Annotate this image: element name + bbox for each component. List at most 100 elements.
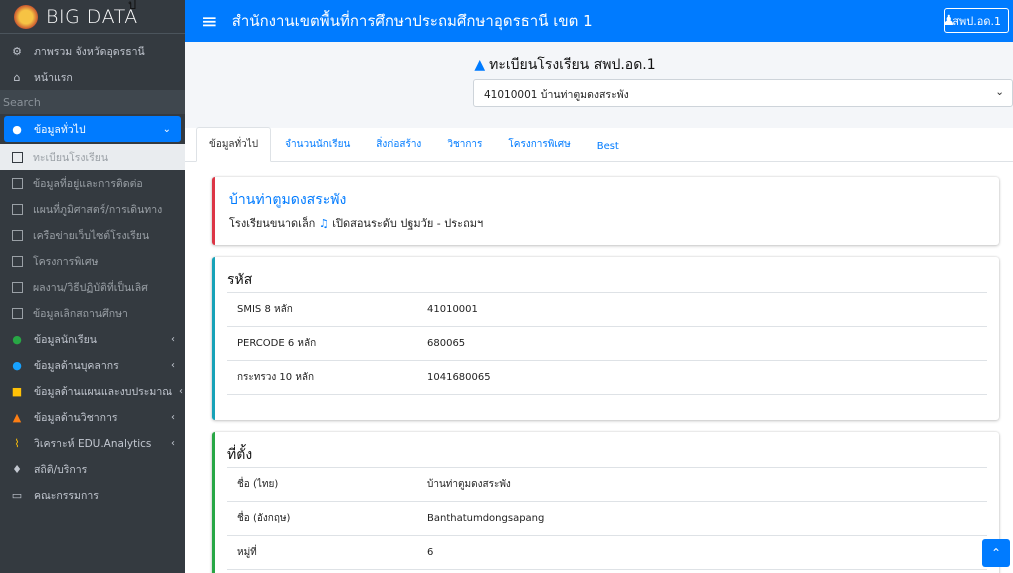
sidebar-item-label: สถิติ/บริการ bbox=[34, 463, 88, 476]
row-label: ชื่อ (ไทย) bbox=[237, 479, 279, 490]
scroll-top-button[interactable]: ⌃ bbox=[982, 539, 1010, 567]
chevron-down-icon: ⌄ bbox=[162, 123, 171, 135]
sidebar-subitem-registry[interactable]: ทะเบียนโรงเรียน bbox=[0, 144, 185, 170]
home-icon: ⌂ bbox=[13, 70, 21, 84]
brand[interactable]: BIG DATA ป bbox=[0, 0, 185, 34]
row-value: 41010001 bbox=[427, 304, 478, 315]
row-value: 680065 bbox=[427, 338, 466, 349]
sidebar-item-home[interactable]: ⌂ หน้าแรก bbox=[0, 64, 185, 90]
selected-school: 41010001 บ้านท่าตูมดงสระพัง bbox=[484, 89, 629, 101]
school-size: โรงเรียนขนาดเล็ก bbox=[229, 217, 316, 230]
brand-mark: ป bbox=[128, 0, 137, 13]
table-row: ชื่อ (อังกฤษ) Banthatumdongsapang bbox=[227, 502, 987, 536]
audio-icon: ♫ bbox=[318, 217, 329, 230]
menu-icon[interactable]: ≡ bbox=[201, 9, 218, 33]
sidebar-item-label: แผนที่ภูมิศาสตร์/การเดินทาง bbox=[33, 203, 163, 216]
table-row: กระทรวง 10 หลัก 1041680065 bbox=[227, 361, 987, 395]
square-icon bbox=[12, 255, 23, 267]
page-title: สำนักงานเขตพื้นที่การศึกษาประถมศึกษาอุดร… bbox=[231, 12, 593, 30]
sidebar-item-label: ข้อมูลนักเรียน bbox=[34, 333, 97, 346]
sidebar-item-label: โครงการพิเศษ bbox=[33, 255, 99, 268]
chevron-left-icon: ‹ bbox=[171, 437, 175, 449]
tab-bar: ข้อมูลทั่วไป จำนวนนักเรียน สิ่งก่อสร้าง … bbox=[185, 127, 1013, 162]
sidebar-item-stats[interactable]: ♦ สถิติ/บริการ bbox=[0, 456, 185, 482]
budget-icon: ■ bbox=[11, 384, 23, 398]
sidebar-subitem-best-practice[interactable]: ผลงาน/วิธีปฏิบัติที่เป็นเลิศ bbox=[0, 274, 185, 300]
tab-academic[interactable]: วิชาการ bbox=[435, 128, 494, 161]
office-button[interactable]: สพป.อด.1 bbox=[944, 8, 1009, 33]
chevron-left-icon: ‹ bbox=[171, 333, 175, 345]
app: BIG DATA ป ⚙ ภาพรวม จังหวัดอุดรธานี ⌂ หน… bbox=[0, 0, 1013, 573]
chevron-left-icon: ‹ bbox=[171, 359, 175, 371]
logo-icon bbox=[14, 4, 38, 29]
sidebar-item-general[interactable]: ● ข้อมูลทั่วไป ⌄ bbox=[4, 116, 181, 142]
row-value: บ้านท่าตูมดงสระพัง bbox=[427, 479, 511, 490]
row-value: 1041680065 bbox=[427, 372, 491, 383]
table-row: SMIS 8 หลัก 41010001 bbox=[227, 293, 987, 327]
sidebar-subitem-map[interactable]: แผนที่ภูมิศาสตร์/การเดินทาง bbox=[0, 196, 185, 222]
main-content: ▲ ทะเบียนโรงเรียน สพป.อด.1 41010001 บ้านท… bbox=[185, 42, 1013, 573]
school-name: บ้านท่าตูมดงสระพัง bbox=[229, 192, 347, 208]
tab-special-projects[interactable]: โครงการพิเศษ bbox=[496, 128, 582, 161]
chevron-down-icon: ⌄ bbox=[995, 86, 1004, 98]
sidebar-item-label: หน้าแรก bbox=[34, 71, 73, 84]
sidebar-item-committee[interactable]: ▭ คณะกรรมการ bbox=[0, 482, 185, 508]
sidebar-item-label: ข้อมูลทั่วไป bbox=[34, 123, 86, 136]
school-level: เปิดสอนระดับ ปฐมวัย - ประถมฯ bbox=[332, 217, 484, 230]
sidebar-item-academic[interactable]: ▲ ข้อมูลด้านวิชาการ ‹ bbox=[0, 404, 185, 430]
id-card-icon: ▭ bbox=[11, 488, 23, 502]
sidebar-item-personnel[interactable]: ● ข้อมูลด้านบุคลากร ‹ bbox=[0, 352, 185, 378]
sidebar-item-overview[interactable]: ⚙ ภาพรวม จังหวัดอุดรธานี bbox=[0, 38, 185, 64]
location-title: ที่ตั้ง bbox=[227, 442, 987, 468]
sidebar-item-label: เครือข่ายเว็บไซต์โรงเรียน bbox=[33, 229, 150, 242]
sidebar-item-label: ข้อมูลด้านวิชาการ bbox=[34, 411, 118, 424]
school-card: บ้านท่าตูมดงสระพัง โรงเรียนขนาดเล็ก ♫ เป… bbox=[212, 177, 999, 245]
top-navbar: ≡ สำนักงานเขตพื้นที่การศึกษาประถมศึกษาอุ… bbox=[185, 0, 1013, 42]
user-icon: ● bbox=[12, 358, 22, 372]
circle-icon: ● bbox=[12, 122, 22, 136]
sidebar-item-label: ข้อมูลด้านบุคลากร bbox=[34, 359, 119, 372]
school-icon: ▲ bbox=[474, 57, 486, 73]
row-label: กระทรวง 10 หลัก bbox=[237, 372, 315, 383]
sidebar-subitem-closed[interactable]: ข้อมูลเลิกสถานศึกษา bbox=[0, 300, 185, 326]
row-label: PERCODE 6 หลัก bbox=[237, 338, 317, 349]
sidebar: BIG DATA ป ⚙ ภาพรวม จังหวัดอุดรธานี ⌂ หน… bbox=[0, 0, 185, 573]
sidebar-item-budget[interactable]: ■ ข้อมูลด้านแผนและงบประมาณ ‹ bbox=[0, 378, 185, 404]
sidebar-item-label: ภาพรวม จังหวัดอุดรธานี bbox=[34, 45, 145, 58]
tab-best[interactable]: Best bbox=[585, 132, 631, 161]
globe-icon: ⚙ bbox=[12, 44, 22, 58]
table-row: PERCODE 6 หลัก 680065 bbox=[227, 327, 987, 361]
student-icon: ● bbox=[12, 332, 22, 346]
chart-icon: ⌇ bbox=[14, 436, 20, 450]
chevron-up-icon: ⌃ bbox=[990, 546, 1002, 560]
school-info: โรงเรียนขนาดเล็ก ♫ เปิดสอนระดับ ปฐมวัย -… bbox=[229, 214, 985, 232]
thumbs-up-icon: ♦ bbox=[12, 462, 22, 476]
sidebar-item-label: ข้อมูลด้านแผนและงบประมาณ bbox=[34, 385, 172, 398]
teacher-icon: ▲ bbox=[12, 410, 22, 424]
sidebar-item-analytics[interactable]: ⌇ วิเคราะห์ EDU.Analytics ‹ bbox=[0, 430, 185, 456]
sidebar-subitem-websites[interactable]: เครือข่ายเว็บไซต์โรงเรียน bbox=[0, 222, 185, 248]
square-icon bbox=[12, 229, 23, 241]
tab-students[interactable]: จำนวนนักเรียน bbox=[273, 128, 362, 161]
codes-title: รหัส bbox=[227, 267, 987, 293]
sidebar-item-label: วิเคราะห์ EDU.Analytics bbox=[34, 437, 152, 450]
square-icon bbox=[12, 307, 23, 319]
row-label: ชื่อ (อังกฤษ) bbox=[237, 513, 291, 524]
tab-general[interactable]: ข้อมูลทั่วไป bbox=[196, 127, 272, 162]
square-icon bbox=[12, 203, 23, 215]
header-panel: ▲ ทะเบียนโรงเรียน สพป.อด.1 41010001 บ้านท… bbox=[185, 42, 1013, 128]
sidebar-item-students[interactable]: ● ข้อมูลนักเรียน ‹ bbox=[0, 326, 185, 352]
chevron-left-icon: ‹ bbox=[171, 411, 175, 423]
square-icon bbox=[12, 281, 23, 293]
sidebar-subitem-contact[interactable]: ข้อมูลที่อยู่และการติดต่อ bbox=[0, 170, 185, 196]
table-row: หมู่ที่ 6 bbox=[227, 536, 987, 570]
search-input[interactable]: Search bbox=[0, 90, 185, 114]
location-card: ที่ตั้ง ชื่อ (ไทย) บ้านท่าตูมดงสระพัง ชื่… bbox=[212, 432, 999, 573]
square-icon bbox=[12, 151, 23, 163]
chevron-left-icon: ‹ bbox=[179, 385, 183, 397]
sidebar-subitem-projects[interactable]: โครงการพิเศษ bbox=[0, 248, 185, 274]
tab-buildings[interactable]: สิ่งก่อสร้าง bbox=[364, 128, 433, 161]
square-icon bbox=[12, 177, 23, 189]
registry-title-text: ทะเบียนโรงเรียน สพป.อด.1 bbox=[489, 57, 656, 73]
school-select[interactable]: 41010001 บ้านท่าตูมดงสระพัง ⌄ bbox=[473, 79, 1013, 107]
